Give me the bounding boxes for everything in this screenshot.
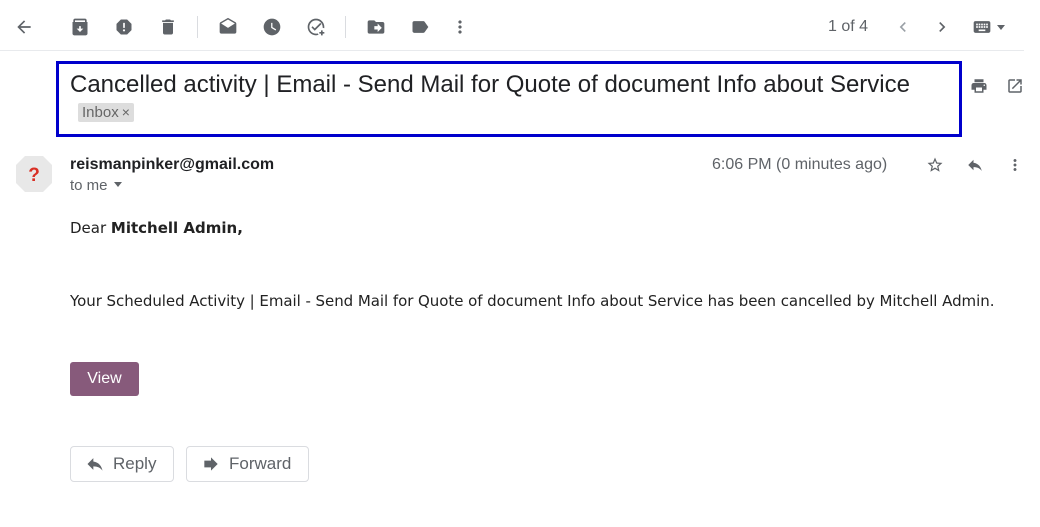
reply-icon — [87, 458, 103, 471]
chevron-down-icon — [113, 182, 122, 187]
move-to-icon[interactable] — [362, 13, 390, 41]
chevron-right-icon[interactable] — [928, 13, 956, 41]
toolbar: 1 of 4 — [0, 0, 1024, 51]
inbox-label-text: Inbox — [82, 104, 119, 121]
pager-count: 1 of 4 — [828, 18, 869, 35]
greeting: Dear Mitchell Admin, — [70, 219, 243, 237]
more-vert-icon[interactable] — [446, 13, 474, 41]
view-button[interactable]: View — [70, 362, 139, 396]
recipient-label: to me — [70, 177, 108, 194]
remove-label-icon[interactable]: × — [122, 104, 130, 120]
sender-email[interactable]: reismanpinker@gmail.com — [70, 156, 274, 174]
avatar-glyph: ? — [28, 165, 40, 186]
email-subject-text: Cancelled activity | Email - Send Mail f… — [70, 71, 910, 98]
toolbar-divider — [345, 16, 346, 38]
message-body: Your Scheduled Activity | Email - Send M… — [70, 292, 995, 310]
keyboard-icon[interactable] — [968, 13, 1008, 41]
open-in-new-window-icon[interactable] — [1004, 75, 1026, 97]
add-task-icon[interactable] — [302, 13, 330, 41]
more-vert-icon[interactable] — [1004, 154, 1026, 176]
greeting-prefix: Dear — [70, 219, 107, 237]
reply-button[interactable]: Reply — [70, 446, 174, 482]
message-timestamp: 6:06 PM (0 minutes ago) — [712, 156, 888, 173]
forward-icon — [204, 457, 218, 471]
label-icon[interactable] — [406, 13, 434, 41]
snooze-icon[interactable] — [258, 13, 286, 41]
greeting-name: Mitchell Admin, — [110, 219, 243, 237]
sender-avatar[interactable]: ? — [14, 154, 54, 194]
chevron-down-icon — [997, 24, 1005, 30]
forward-button-label: Forward — [229, 454, 292, 473]
email-subject: Cancelled activity | Email - Send Mail f… — [70, 71, 940, 127]
star-icon[interactable] — [924, 154, 946, 176]
forward-button[interactable]: Forward — [186, 446, 309, 482]
inbox-label-chip[interactable]: Inbox × — [78, 103, 134, 122]
reply-icon[interactable] — [964, 154, 986, 176]
toolbar-divider — [197, 16, 198, 38]
delete-icon[interactable] — [154, 13, 182, 41]
recipient-dropdown[interactable]: to me — [70, 177, 122, 194]
archive-icon[interactable] — [66, 13, 94, 41]
reply-button-label: Reply — [113, 454, 157, 473]
back-arrow-icon[interactable] — [10, 13, 38, 41]
chevron-left-icon[interactable] — [889, 13, 917, 41]
scrollbar-track[interactable] — [1024, 0, 1040, 527]
subject-highlight: Cancelled activity | Email - Send Mail f… — [56, 61, 962, 137]
report-spam-icon[interactable] — [110, 13, 138, 41]
print-icon[interactable] — [968, 75, 990, 97]
mark-unread-icon[interactable] — [214, 13, 242, 41]
